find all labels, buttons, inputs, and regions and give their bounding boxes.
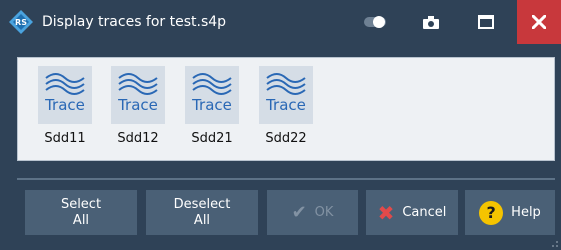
trace-icon-text: Trace xyxy=(192,96,232,114)
close-icon xyxy=(532,15,546,29)
trace-icon-text: Trace xyxy=(45,96,85,114)
trace-item-sdd22[interactable]: Trace Sdd22 xyxy=(251,66,321,154)
trace-item-sdd12[interactable]: Trace Sdd12 xyxy=(103,66,173,154)
select-all-label-line2: All xyxy=(72,212,90,228)
trace-icon: Trace xyxy=(185,66,239,124)
title-bar[interactable]: RS Display traces for test.s4p xyxy=(0,0,561,44)
trace-list-panel: Trace Sdd11 Trace Sdd12 Trace Sdd21 Trac… xyxy=(17,57,555,161)
select-all-button[interactable]: Select All xyxy=(25,190,137,235)
trace-icon-text: Trace xyxy=(266,96,306,114)
trace-item-sdd21[interactable]: Trace Sdd21 xyxy=(177,66,247,154)
dialog-window: RS Display traces for test.s4p Trace Sdd… xyxy=(0,0,561,250)
screenshot-button[interactable] xyxy=(411,0,451,44)
rs-logo-icon: RS xyxy=(9,10,33,34)
ok-button[interactable]: ✔ OK xyxy=(267,190,358,235)
maximize-icon xyxy=(478,15,494,29)
trace-label: Sdd22 xyxy=(265,131,307,146)
separator xyxy=(17,178,555,180)
close-button[interactable] xyxy=(517,0,561,44)
maximize-button[interactable] xyxy=(466,0,506,44)
toggle-icon xyxy=(364,16,386,28)
trace-label: Sdd12 xyxy=(117,131,159,146)
toggle-button[interactable] xyxy=(355,0,395,44)
trace-item-sdd11[interactable]: Trace Sdd11 xyxy=(30,66,100,154)
window-title: Display traces for test.s4p xyxy=(42,14,227,30)
deselect-all-label-line1: Deselect xyxy=(173,196,231,212)
svg-text:RS: RS xyxy=(15,18,27,27)
checkmark-icon: ✔ xyxy=(291,201,307,223)
help-icon: ? xyxy=(479,200,504,225)
cancel-x-icon: ✖ xyxy=(377,200,395,225)
trace-icon: Trace xyxy=(259,66,313,124)
cancel-label: Cancel xyxy=(402,204,447,220)
cancel-button[interactable]: ✖ Cancel xyxy=(366,190,458,235)
trace-icon: Trace xyxy=(111,66,165,124)
deselect-all-label-line2: All xyxy=(193,212,211,228)
deselect-all-button[interactable]: Deselect All xyxy=(146,190,258,235)
trace-label: Sdd11 xyxy=(44,131,86,146)
help-button[interactable]: ? Help xyxy=(465,190,555,235)
ok-label: OK xyxy=(314,204,334,220)
trace-label: Sdd21 xyxy=(191,131,233,146)
help-label: Help xyxy=(511,204,541,220)
trace-icon-text: Trace xyxy=(118,96,158,114)
select-all-label-line1: Select xyxy=(60,196,102,212)
trace-icon: Trace xyxy=(38,66,92,124)
camera-icon xyxy=(423,15,439,29)
resize-grip-icon[interactable] xyxy=(549,238,559,248)
